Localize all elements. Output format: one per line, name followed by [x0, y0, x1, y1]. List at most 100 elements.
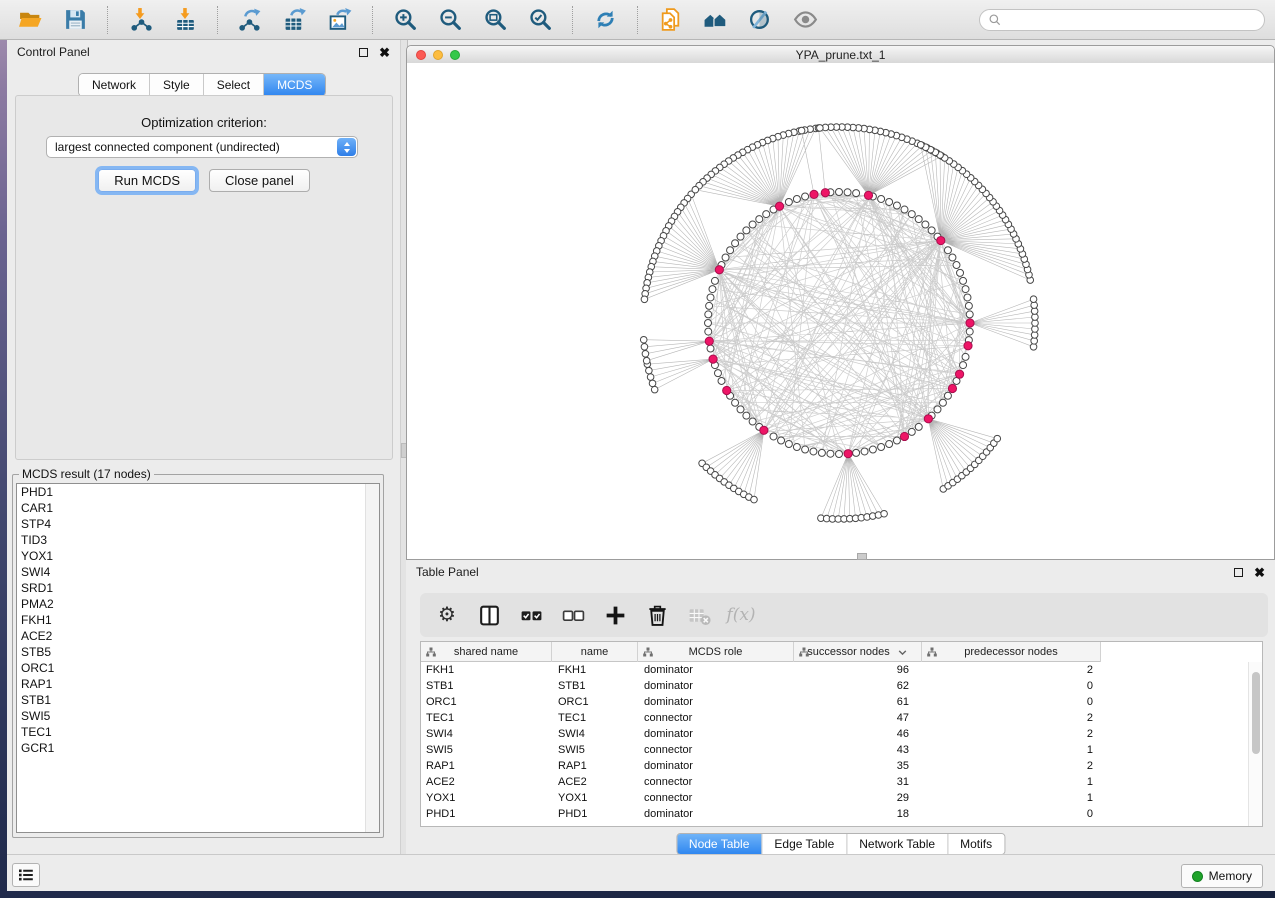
zoom-selected-button[interactable]: [520, 3, 561, 36]
mcds-result-item[interactable]: GCR1: [17, 740, 379, 756]
network-canvas[interactable]: [407, 63, 1274, 559]
export-table-button[interactable]: [275, 3, 316, 36]
export-image-button[interactable]: [320, 3, 361, 36]
dominator-node[interactable]: [723, 386, 731, 394]
mcds-result-item[interactable]: RAP1: [17, 676, 379, 692]
mcds-result-item[interactable]: PHD1: [17, 484, 379, 500]
column-header-shared-name[interactable]: shared name: [421, 642, 552, 662]
dominator-node[interactable]: [900, 432, 908, 440]
mcds-result-item[interactable]: TEC1: [17, 724, 379, 740]
dominator-node[interactable]: [775, 202, 783, 210]
show-graphics-details-button[interactable]: [785, 3, 826, 36]
dominator-node[interactable]: [844, 450, 852, 458]
clone-network-button[interactable]: [650, 3, 691, 36]
hide-graphics-details-button[interactable]: [740, 3, 781, 36]
dominator-node[interactable]: [760, 426, 768, 434]
float-table-panel-button[interactable]: [1234, 568, 1243, 577]
table-row[interactable]: SWI5SWI5connector431: [421, 742, 1262, 758]
table-row[interactable]: PHD1PHD1dominator180: [421, 806, 1262, 822]
network-graph[interactable]: [407, 63, 1274, 559]
dominator-node[interactable]: [937, 236, 945, 244]
tab-node-table[interactable]: Node Table: [677, 834, 762, 854]
delete-column-button[interactable]: [640, 599, 674, 631]
tab-mcds[interactable]: MCDS: [263, 74, 325, 96]
mcds-result-item[interactable]: ACE2: [17, 628, 379, 644]
select-all-checkboxes-button[interactable]: [514, 599, 548, 631]
tab-select[interactable]: Select: [203, 74, 263, 96]
settings-gear-button[interactable]: ⚙: [430, 599, 464, 631]
dominator-node[interactable]: [948, 384, 956, 392]
search-box[interactable]: [979, 9, 1265, 31]
table-row[interactable]: SWI4SWI4dominator462: [421, 726, 1262, 742]
dominator-node[interactable]: [864, 191, 872, 199]
zoom-in-button[interactable]: [385, 3, 426, 36]
table-row[interactable]: ORC1ORC1dominator610: [421, 694, 1262, 710]
import-table-button[interactable]: [165, 3, 206, 36]
table-row[interactable]: ACE2ACE2connector311: [421, 774, 1262, 790]
column-header-successor-nodes[interactable]: successor nodes: [794, 642, 922, 662]
close-panel-button[interactable]: ✖: [379, 46, 390, 59]
dominator-node[interactable]: [924, 415, 932, 423]
dominator-node[interactable]: [964, 342, 972, 350]
mcds-list-scrollbar[interactable]: [365, 484, 379, 832]
column-header-name[interactable]: name: [552, 642, 638, 662]
mcds-result-item[interactable]: FKH1: [17, 612, 379, 628]
tab-network-table[interactable]: Network Table: [846, 834, 947, 854]
mcds-result-item[interactable]: SRD1: [17, 580, 379, 596]
tab-network[interactable]: Network: [79, 74, 149, 96]
dominator-node[interactable]: [705, 337, 713, 345]
dominator-node[interactable]: [715, 266, 723, 274]
table-scrollbar-thumb[interactable]: [1252, 672, 1260, 754]
dominator-node[interactable]: [966, 319, 974, 327]
mcds-result-item[interactable]: YOX1: [17, 548, 379, 564]
criterion-select[interactable]: largest connected component (undirected): [46, 136, 358, 158]
close-mcds-panel-button[interactable]: Close panel: [209, 169, 310, 192]
mcds-result-item[interactable]: SWI5: [17, 708, 379, 724]
table-row[interactable]: RAP1RAP1dominator352: [421, 758, 1262, 774]
dominator-node[interactable]: [810, 190, 818, 198]
mcds-result-item[interactable]: ORC1: [17, 660, 379, 676]
tab-style[interactable]: Style: [149, 74, 203, 96]
open-file-button[interactable]: [10, 3, 51, 36]
memory-button[interactable]: Memory: [1181, 864, 1263, 888]
column-layout-button[interactable]: [472, 599, 506, 631]
table-row[interactable]: FKH1FKH1dominator962: [421, 662, 1262, 678]
tab-motifs[interactable]: Motifs: [947, 834, 1004, 854]
task-history-button[interactable]: [12, 863, 40, 887]
search-input[interactable]: [1007, 12, 1256, 28]
dominator-node[interactable]: [955, 370, 963, 378]
table-scrollbar[interactable]: [1248, 662, 1262, 826]
network-overview-button[interactable]: [695, 3, 736, 36]
minimize-window-icon[interactable]: [433, 50, 443, 60]
save-session-button[interactable]: [55, 3, 96, 36]
maximize-window-icon[interactable]: [450, 50, 460, 60]
zoom-out-button[interactable]: [430, 3, 471, 36]
mcds-result-item[interactable]: STP4: [17, 516, 379, 532]
table-row[interactable]: STB1STB1dominator620: [421, 678, 1262, 694]
refresh-layout-button[interactable]: [585, 3, 626, 36]
splitter-handle[interactable]: [857, 553, 867, 560]
dominator-node[interactable]: [821, 189, 829, 197]
tab-edge-table[interactable]: Edge Table: [761, 834, 846, 854]
mcds-result-item[interactable]: CAR1: [17, 500, 379, 516]
float-panel-button[interactable]: [359, 48, 368, 57]
import-network-button[interactable]: [120, 3, 161, 36]
deselect-all-checkboxes-button[interactable]: [556, 599, 590, 631]
mcds-result-item[interactable]: PMA2: [17, 596, 379, 612]
table-row[interactable]: TEC1TEC1connector472: [421, 710, 1262, 726]
close-window-icon[interactable]: [416, 50, 426, 60]
close-table-panel-button[interactable]: ✖: [1254, 566, 1265, 579]
run-mcds-button[interactable]: Run MCDS: [98, 169, 196, 192]
mcds-result-item[interactable]: STB1: [17, 692, 379, 708]
mcds-result-item[interactable]: TID3: [17, 532, 379, 548]
add-column-button[interactable]: [598, 599, 632, 631]
dominator-node[interactable]: [709, 355, 717, 363]
mcds-result-list[interactable]: PHD1CAR1STP4TID3YOX1SWI4SRD1PMA2FKH1ACE2…: [16, 483, 380, 833]
mcds-result-item[interactable]: STB5: [17, 644, 379, 660]
column-header-mcds-role[interactable]: MCDS role: [638, 642, 794, 662]
table-row[interactable]: YOX1YOX1connector291: [421, 790, 1262, 806]
mcds-result-item[interactable]: SWI4: [17, 564, 379, 580]
zoom-fit-button[interactable]: [475, 3, 516, 36]
column-header-predecessor-nodes[interactable]: predecessor nodes: [922, 642, 1101, 662]
export-network-button[interactable]: [230, 3, 271, 36]
